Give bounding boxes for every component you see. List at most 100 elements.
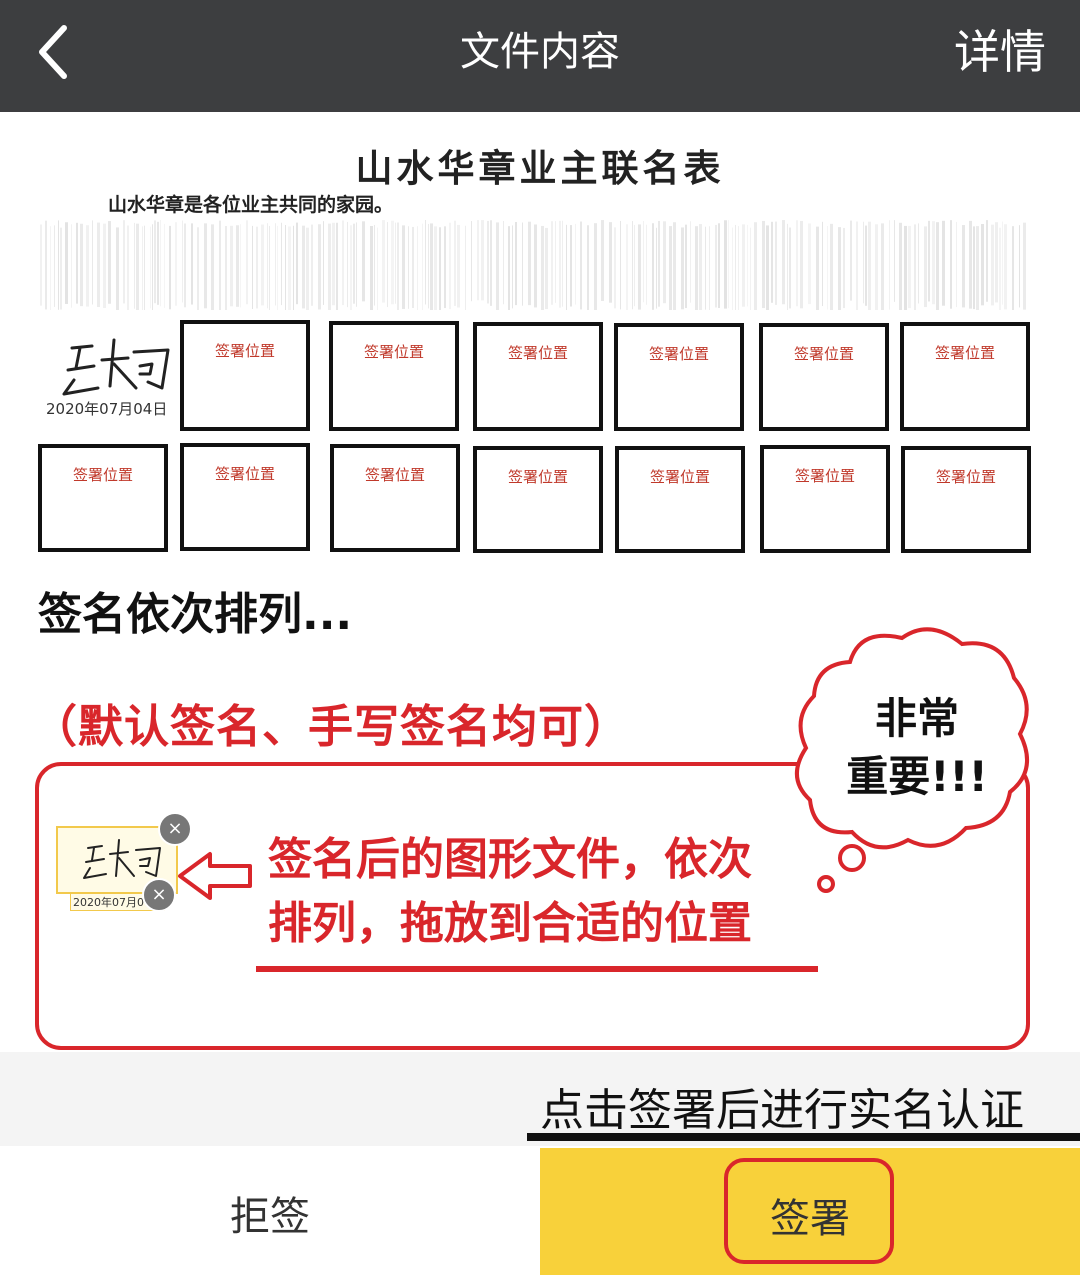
blur-bar <box>986 220 988 302</box>
reject-button[interactable]: 拒签 <box>0 1148 540 1275</box>
blur-bar <box>709 226 710 310</box>
blur-bar <box>92 220 93 305</box>
blur-bar <box>336 222 338 310</box>
blur-bar <box>288 226 291 310</box>
blur-bar <box>45 220 47 310</box>
reject-label: 拒签 <box>230 1194 310 1240</box>
signing-slot[interactable]: 签署位置 <box>900 322 1030 431</box>
slot-label: 签署位置 <box>507 468 568 486</box>
blur-bar <box>936 222 939 310</box>
blur-bar <box>395 222 396 304</box>
blur-bar <box>160 220 161 307</box>
signing-slot[interactable]: 签署位置 <box>180 443 310 551</box>
blur-bar <box>551 221 553 305</box>
details-button[interactable]: 详情 <box>954 22 1046 82</box>
blur-bar <box>204 223 207 309</box>
blur-bar <box>391 220 394 305</box>
slot-label: 签署位置 <box>793 345 854 363</box>
blur-bar <box>1004 224 1007 310</box>
blur-bar <box>108 221 111 304</box>
blur-bar <box>981 224 984 306</box>
blur-bar <box>417 226 418 310</box>
blur-bar <box>843 227 845 309</box>
blur-bar <box>646 224 647 305</box>
blur-bar <box>928 220 930 302</box>
blur-bar <box>219 220 221 310</box>
blur-bar <box>471 221 472 302</box>
blur-bar <box>705 226 706 310</box>
blur-bar <box>422 223 423 310</box>
blur-bar <box>856 221 858 310</box>
signing-slot[interactable]: 签署位置 <box>473 322 603 431</box>
slot-label: 签署位置 <box>214 342 275 360</box>
blur-bar <box>991 224 994 306</box>
blur-bar <box>342 220 344 306</box>
signing-slot[interactable]: 签署位置 <box>615 446 745 553</box>
signing-slot[interactable]: 签署位置 <box>760 445 890 553</box>
close-icon[interactable]: × <box>142 878 176 912</box>
blur-bar <box>838 227 841 310</box>
blur-bar <box>1012 226 1014 310</box>
blur-bar <box>490 220 492 306</box>
blur-bar <box>318 224 321 310</box>
signing-slot[interactable]: 签署位置 <box>901 446 1031 553</box>
blur-bar <box>541 225 544 310</box>
signing-slot[interactable]: 签署位置 <box>38 444 168 552</box>
blur-bar <box>750 227 751 310</box>
blur-bar <box>116 227 119 310</box>
important-callout: 非常 重要!!! <box>832 690 1002 806</box>
blur-bar <box>123 220 125 304</box>
blur-bar <box>620 220 621 310</box>
instruction-line-1: 签名后的图形文件，依次 <box>268 834 752 885</box>
blur-bar <box>652 223 654 310</box>
blur-bar <box>296 222 298 305</box>
blur-bar <box>685 224 687 309</box>
blur-bar <box>277 225 278 310</box>
arrange-caption: 签名依次排列... <box>38 589 353 640</box>
blur-bar <box>754 222 757 310</box>
blur-bar <box>40 224 42 306</box>
blur-bar <box>175 222 177 306</box>
blur-bar <box>439 227 441 310</box>
blur-bar <box>236 225 239 307</box>
blur-bar <box>669 226 672 310</box>
blur-bar <box>302 225 305 309</box>
slot-label: 签署位置 <box>935 468 996 486</box>
blur-bar <box>656 227 657 309</box>
blur-bar <box>742 224 745 307</box>
blur-bar <box>796 220 798 307</box>
signing-slot[interactable]: 签署位置 <box>614 323 744 431</box>
signing-slot[interactable]: 签署位置 <box>329 321 459 431</box>
blur-bar <box>522 222 523 306</box>
blur-bar <box>397 222 399 310</box>
slot-label: 签署位置 <box>934 344 995 362</box>
blur-bar <box>881 223 884 310</box>
blur-bar <box>240 224 241 308</box>
arrow-left-icon <box>178 852 252 900</box>
blur-bar <box>868 221 871 310</box>
blur-bar <box>956 221 957 308</box>
sign-button-highlight <box>724 1158 894 1264</box>
signing-slot[interactable]: 签署位置 <box>330 444 460 552</box>
blur-bar <box>54 225 55 307</box>
blur-bar <box>718 223 720 308</box>
blur-bar <box>76 222 78 304</box>
blur-bar <box>449 222 451 310</box>
blur-bar <box>875 224 878 310</box>
blur-bar <box>728 220 729 309</box>
blur-bar <box>71 224 72 308</box>
blur-bar <box>638 224 641 310</box>
signing-slot[interactable]: 签署位置 <box>180 320 310 431</box>
signing-slot[interactable]: 签署位置 <box>473 446 603 553</box>
blur-bar <box>999 227 1001 310</box>
blur-bar <box>973 226 975 310</box>
blur-bar <box>323 221 324 305</box>
blur-bar <box>252 225 253 309</box>
close-icon[interactable]: × <box>158 812 192 846</box>
blur-bar <box>771 221 773 303</box>
signing-slot[interactable]: 签署位置 <box>759 323 889 431</box>
blur-bar <box>894 220 895 302</box>
blur-bar <box>142 226 143 310</box>
blur-bar <box>747 224 748 307</box>
blur-bar <box>350 225 352 310</box>
